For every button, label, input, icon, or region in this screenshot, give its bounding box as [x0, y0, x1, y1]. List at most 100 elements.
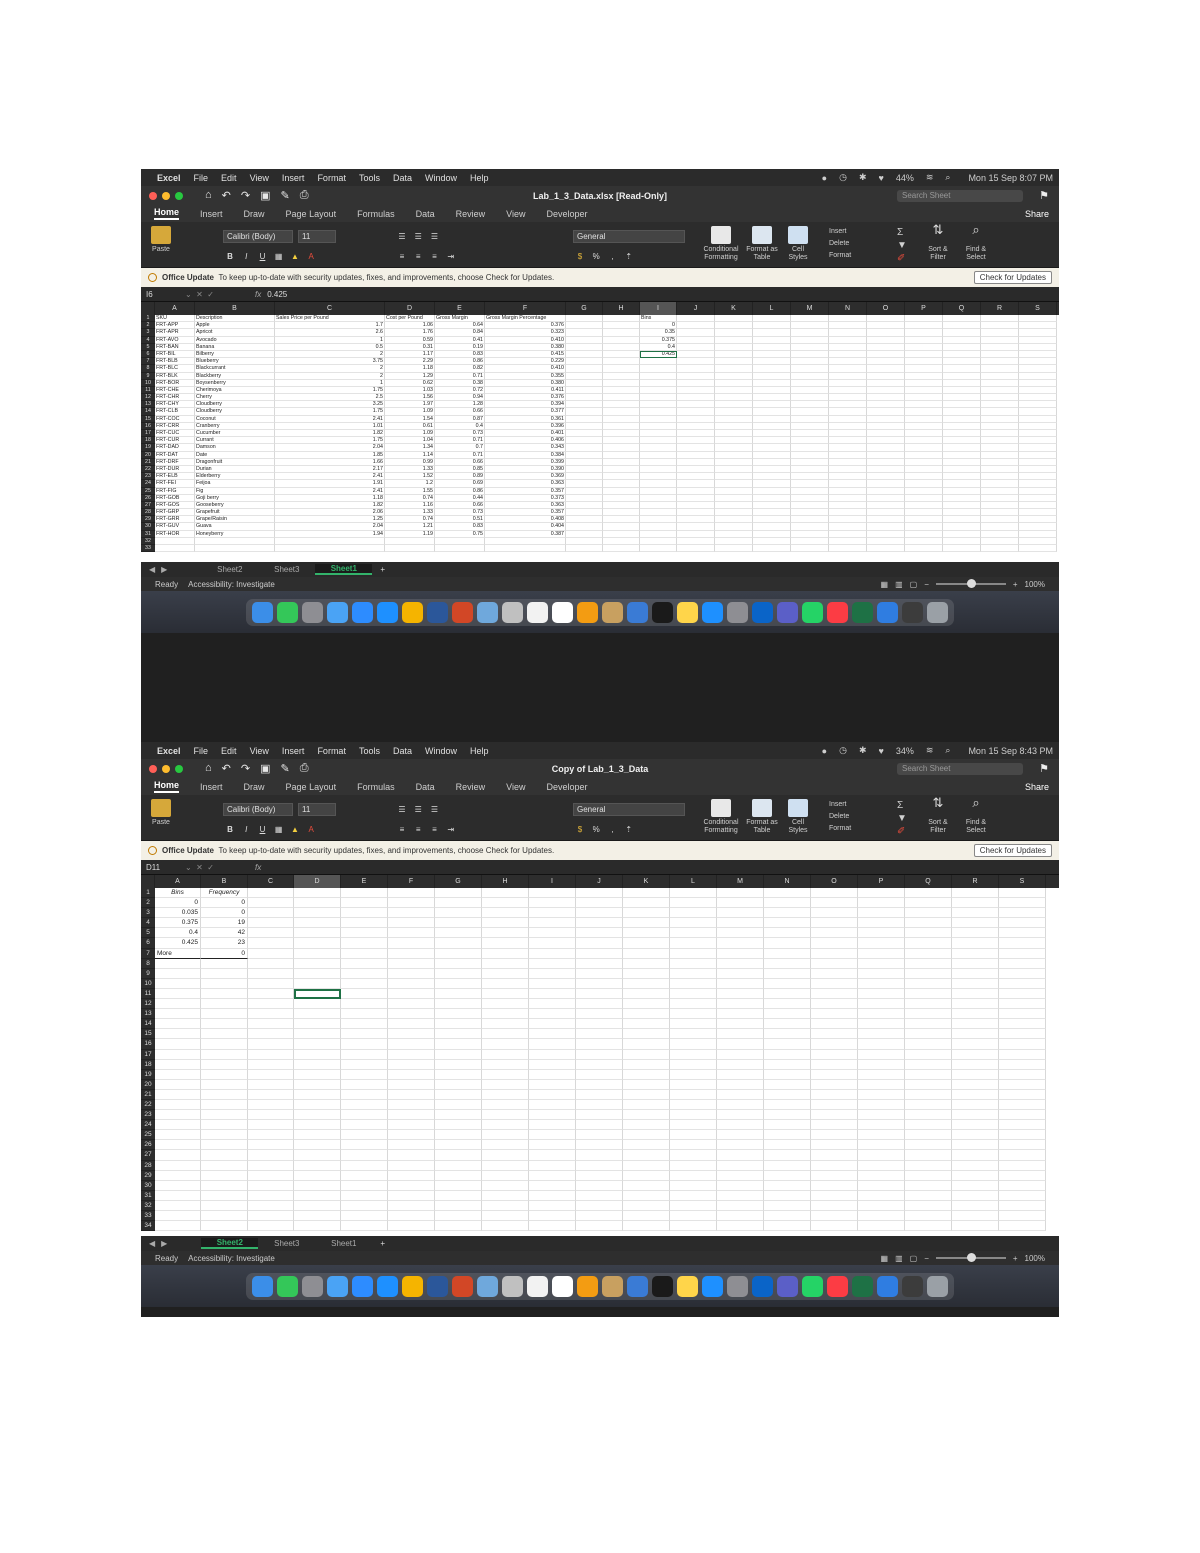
- menu-help[interactable]: Help: [470, 173, 489, 183]
- column-header-s[interactable]: S: [999, 875, 1046, 888]
- cell-r28[interactable]: [952, 1160, 999, 1171]
- cell-s19[interactable]: [1019, 444, 1057, 452]
- cell-g29[interactable]: [435, 1170, 482, 1181]
- cell-b30[interactable]: Guava: [195, 523, 275, 531]
- whatsapp-icon[interactable]: [802, 1275, 823, 1297]
- cell-n11[interactable]: [829, 386, 867, 395]
- cell-f11[interactable]: [388, 988, 435, 1000]
- cell-i13[interactable]: [529, 1009, 576, 1020]
- help-icon[interactable]: [902, 1275, 923, 1297]
- cell-k6[interactable]: [623, 938, 670, 949]
- cell-b6[interactable]: Bilberry: [195, 350, 275, 359]
- cell-i31[interactable]: [640, 530, 677, 538]
- cell-r29[interactable]: [952, 1170, 999, 1181]
- row-header[interactable]: 26: [141, 1140, 155, 1151]
- cell-p7[interactable]: [905, 358, 943, 366]
- cell-h17[interactable]: [482, 1049, 529, 1060]
- cell-h32[interactable]: [482, 1200, 529, 1211]
- cell-a33[interactable]: [155, 545, 195, 553]
- cell-l20[interactable]: [670, 1079, 717, 1090]
- cell-i1[interactable]: [529, 888, 576, 899]
- cell-s24[interactable]: [1019, 480, 1057, 488]
- tab-page-layout[interactable]: Page Layout: [286, 782, 337, 792]
- calendar-icon[interactable]: [552, 1275, 573, 1297]
- normal-view-icon[interactable]: ▦: [881, 1254, 889, 1263]
- cell-h9[interactable]: [603, 372, 640, 380]
- cell-l21[interactable]: [753, 458, 791, 466]
- cell-b7[interactable]: 0: [201, 948, 248, 959]
- cell-f29[interactable]: 0.408: [485, 516, 566, 524]
- cell-q24[interactable]: [943, 480, 981, 488]
- cell-r15[interactable]: [981, 415, 1019, 423]
- align-middle-icon[interactable]: ☰: [411, 803, 425, 816]
- row-header[interactable]: 34: [141, 1221, 155, 1232]
- menu-app-excel[interactable]: Excel: [157, 746, 181, 756]
- cell-r8[interactable]: [981, 365, 1019, 373]
- menu-app-excel[interactable]: Excel: [157, 173, 181, 183]
- row-header[interactable]: 10: [141, 978, 155, 989]
- cell-c23[interactable]: 2.41: [275, 473, 385, 481]
- cell-b28[interactable]: [201, 1160, 248, 1171]
- cell-o16[interactable]: [811, 1039, 858, 1050]
- cell-s34[interactable]: [999, 1221, 1046, 1232]
- insert-cells-button[interactable]: Insert: [829, 226, 851, 238]
- cell-e7[interactable]: [341, 948, 388, 959]
- cell-a32[interactable]: [155, 1200, 201, 1211]
- cell-k12[interactable]: [623, 999, 670, 1010]
- number-format-select[interactable]: General: [573, 230, 685, 243]
- cell-n17[interactable]: [829, 430, 867, 438]
- cell-d4[interactable]: 0.59: [385, 336, 435, 344]
- cell-d13[interactable]: 1.97: [385, 401, 435, 409]
- cell-q27[interactable]: [943, 501, 981, 510]
- cell-j22[interactable]: [576, 1099, 623, 1111]
- cell-e28[interactable]: [341, 1160, 388, 1171]
- cell-j27[interactable]: [677, 501, 715, 510]
- cell-c13[interactable]: 3.25: [275, 401, 385, 409]
- cell-l18[interactable]: [670, 1059, 717, 1070]
- row-header[interactable]: 1: [141, 315, 155, 323]
- safari-beta-icon[interactable]: [877, 601, 898, 623]
- cell-d2[interactable]: [294, 898, 341, 909]
- cell-f21[interactable]: [388, 1089, 435, 1100]
- cell-i12[interactable]: [529, 999, 576, 1010]
- cell-n17[interactable]: [764, 1049, 811, 1060]
- cell-g17[interactable]: [566, 430, 603, 438]
- tab-formulas[interactable]: Formulas: [357, 782, 395, 792]
- cell-h10[interactable]: [603, 379, 640, 387]
- cell-r3[interactable]: [952, 908, 999, 919]
- cell-j1[interactable]: [576, 888, 623, 899]
- cell-d21[interactable]: [294, 1089, 341, 1100]
- cell-l33[interactable]: [670, 1211, 717, 1222]
- cell-m3[interactable]: [717, 908, 764, 919]
- cell-o6[interactable]: [867, 350, 905, 359]
- cell-i33[interactable]: [640, 545, 677, 553]
- cell-n19[interactable]: [829, 444, 867, 452]
- cell-a16[interactable]: [155, 1039, 201, 1050]
- row-header[interactable]: 19: [141, 444, 155, 452]
- cell-r9[interactable]: [952, 968, 999, 979]
- cell-a19[interactable]: [155, 1069, 201, 1080]
- cell-d13[interactable]: [294, 1009, 341, 1020]
- excel-icon[interactable]: [852, 601, 873, 623]
- cell-s31[interactable]: [999, 1190, 1046, 1201]
- cell-h33[interactable]: [603, 545, 640, 553]
- cell-f32[interactable]: [388, 1200, 435, 1211]
- cell-q23[interactable]: [905, 1110, 952, 1121]
- cell-q31[interactable]: [905, 1190, 952, 1201]
- cell-i19[interactable]: [640, 444, 677, 452]
- menu-file[interactable]: File: [194, 746, 209, 756]
- cell-q13[interactable]: [943, 401, 981, 409]
- cell-k22[interactable]: [715, 465, 753, 474]
- column-header-q[interactable]: Q: [943, 302, 981, 315]
- cell-h30[interactable]: [482, 1180, 529, 1191]
- cell-p16[interactable]: [905, 422, 943, 430]
- cell-a33[interactable]: [155, 1211, 201, 1222]
- cell-m33[interactable]: [791, 545, 829, 553]
- format-as-table-button[interactable]: Format as Table: [745, 226, 779, 262]
- column-header-g[interactable]: G: [435, 875, 482, 888]
- cell-c30[interactable]: 2.04: [275, 523, 385, 531]
- cell-q3[interactable]: [943, 329, 981, 337]
- cell-l11[interactable]: [670, 988, 717, 1000]
- cell-f30[interactable]: 0.404: [485, 523, 566, 531]
- cell-n12[interactable]: [764, 999, 811, 1010]
